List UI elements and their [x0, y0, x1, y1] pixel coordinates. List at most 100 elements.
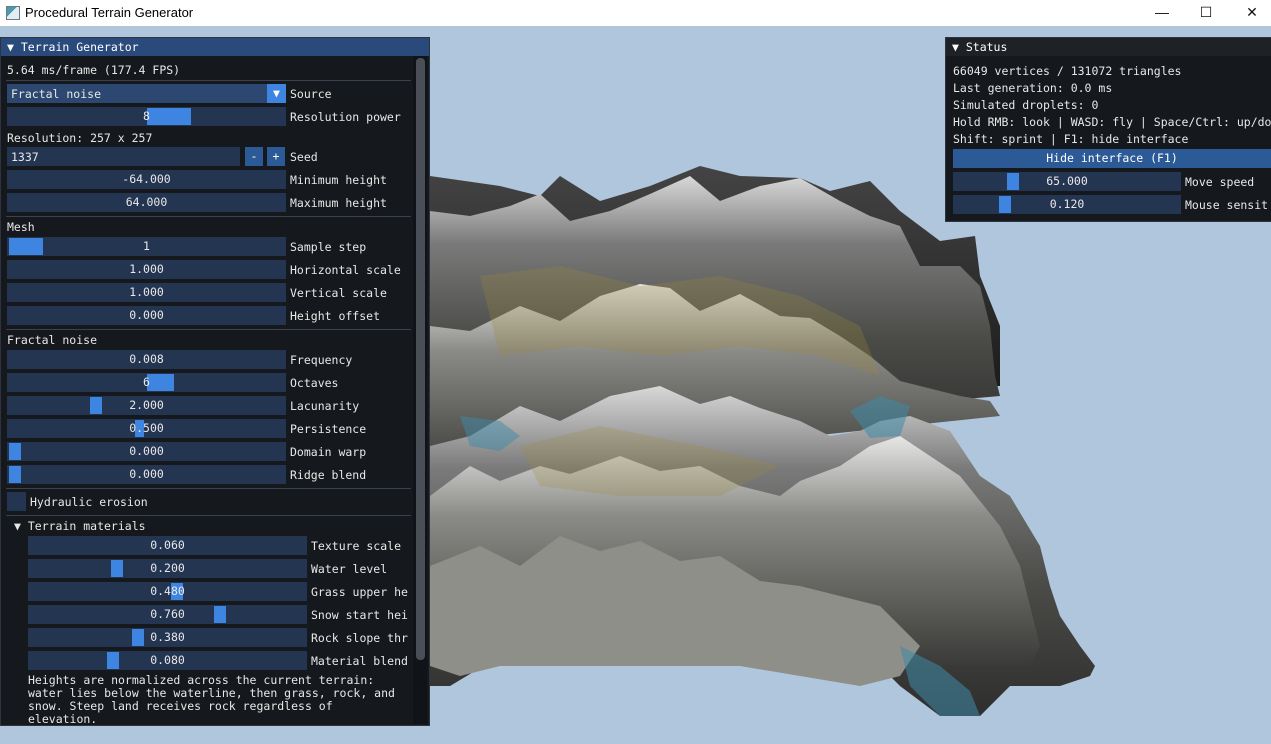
resolution-power-label: Resolution power: [290, 110, 401, 124]
domain-warp-slider[interactable]: 0.000: [7, 442, 286, 461]
divider: [6, 216, 411, 217]
terrain-materials-header[interactable]: ▼ Terrain materials: [14, 518, 146, 534]
vertical-scale-label: Vertical scale: [290, 286, 387, 300]
hide-interface-button[interactable]: Hide interface (F1): [953, 149, 1271, 168]
snow-start-label: Snow start hei: [311, 608, 408, 622]
status-header[interactable]: ▼ Status: [946, 38, 1271, 56]
source-combo[interactable]: Fractal noise ▼: [7, 84, 286, 103]
hydraulic-erosion-label: Hydraulic erosion: [30, 495, 148, 509]
maximize-button[interactable]: ☐: [1183, 3, 1229, 23]
domain-warp-label: Domain warp: [290, 445, 367, 459]
mesh-section-title: Mesh: [7, 220, 35, 234]
maximum-height-label: Maximum height: [290, 196, 387, 210]
texture-scale-label: Texture scale: [311, 539, 402, 553]
terrain-generator-header[interactable]: ▼ Terrain Generator: [1, 38, 429, 56]
grass-upper-slider[interactable]: 0.480: [28, 582, 307, 601]
move-speed-value: 65.000: [1046, 174, 1088, 188]
chevron-down-icon[interactable]: ▼: [267, 84, 286, 103]
persistence-value: 0.500: [129, 421, 164, 435]
material-blend-value: 0.080: [150, 653, 185, 667]
resolution-power-value: 8: [143, 109, 150, 123]
ridge-blend-value: 0.000: [129, 467, 164, 481]
minimum-height-label: Minimum height: [290, 173, 387, 187]
sample-step-value: 1: [143, 239, 150, 253]
minimum-height-field[interactable]: -64.000: [7, 170, 286, 189]
seed-increment-button[interactable]: +: [267, 147, 285, 166]
texture-scale-field[interactable]: 0.060: [28, 536, 307, 555]
lacunarity-value: 2.000: [129, 398, 164, 412]
octaves-label: Octaves: [290, 376, 339, 390]
frequency-label: Frequency: [290, 353, 353, 367]
height-offset-field[interactable]: 0.000: [7, 306, 286, 325]
height-offset-label: Height offset: [290, 309, 381, 323]
grass-upper-value: 0.480: [150, 584, 185, 598]
persistence-slider[interactable]: 0.500: [7, 419, 286, 438]
material-blend-slider[interactable]: 0.080: [28, 651, 307, 670]
divider: [6, 80, 411, 81]
lacunarity-slider[interactable]: 2.000: [7, 396, 286, 415]
rock-slope-label: Rock slope thr: [311, 631, 408, 645]
fps-readout: 5.64 ms/frame (177.4 FPS): [7, 63, 181, 77]
divider: [6, 329, 411, 330]
terrain-mesh: [430, 166, 1095, 716]
move-speed-slider[interactable]: 65.000: [953, 172, 1181, 191]
height-offset-value: 0.000: [129, 308, 164, 322]
vertical-scale-value: 1.000: [129, 285, 164, 299]
minimum-height-value: -64.000: [122, 172, 171, 186]
horizontal-scale-field[interactable]: 1.000: [7, 260, 286, 279]
snow-start-slider[interactable]: 0.760: [28, 605, 307, 624]
seed-label: Seed: [290, 150, 318, 164]
seed-decrement-button[interactable]: -: [245, 147, 263, 166]
domain-warp-value: 0.000: [129, 444, 164, 458]
divider: [6, 488, 411, 489]
source-label: Source: [290, 87, 332, 101]
materials-note-line: elevation.: [28, 712, 98, 726]
rock-slope-slider[interactable]: 0.380: [28, 628, 307, 647]
octaves-value: 6: [143, 375, 150, 389]
mouse-sensitivity-label: Mouse sensit: [1185, 198, 1269, 212]
source-combo-value: Fractal noise: [11, 87, 102, 101]
window-title: Procedural Terrain Generator: [25, 5, 194, 20]
panel-scrollbar-thumb[interactable]: [416, 58, 425, 660]
status-line: 66049 vertices / 131072 triangles: [953, 64, 1182, 78]
rock-slope-value: 0.380: [150, 630, 185, 644]
divider: [6, 515, 411, 516]
snow-start-value: 0.760: [150, 607, 185, 621]
water-level-value: 0.200: [150, 561, 185, 575]
persistence-label: Persistence: [290, 422, 367, 436]
app-icon: [6, 6, 20, 20]
resolution-power-slider[interactable]: 8: [7, 107, 286, 126]
minimize-button[interactable]: —: [1139, 3, 1185, 23]
sample-step-slider[interactable]: 1: [7, 237, 286, 256]
frequency-value: 0.008: [129, 352, 164, 366]
material-blend-label: Material blend: [311, 654, 408, 668]
status-line: Simulated droplets: 0: [953, 98, 1099, 112]
horizontal-scale-label: Horizontal scale: [290, 263, 401, 277]
grass-upper-label: Grass upper he: [311, 585, 408, 599]
hydraulic-erosion-checkbox[interactable]: [7, 492, 26, 511]
resolution-text: Resolution: 257 x 257: [7, 131, 153, 145]
vertical-scale-field[interactable]: 1.000: [7, 283, 286, 302]
window-titlebar: Procedural Terrain Generator — ☐ ✕: [0, 0, 1271, 26]
seed-input[interactable]: 1337: [7, 147, 240, 166]
ridge-blend-label: Ridge blend: [290, 468, 367, 482]
sample-step-label: Sample step: [290, 240, 367, 254]
seed-value: 1337: [11, 150, 39, 164]
mouse-sensitivity-value: 0.120: [1049, 197, 1085, 211]
texture-scale-value: 0.060: [150, 538, 185, 552]
status-line: Last generation: 0.0 ms: [953, 81, 1113, 95]
horizontal-scale-value: 1.000: [129, 262, 164, 276]
maximum-height-field[interactable]: 64.000: [7, 193, 286, 212]
lacunarity-label: Lacunarity: [290, 399, 360, 413]
mouse-sensitivity-slider[interactable]: 0.120: [953, 195, 1181, 214]
status-line: Hold RMB: look | WASD: fly | Space/Ctrl:…: [953, 115, 1271, 129]
octaves-slider[interactable]: 6: [7, 373, 286, 392]
frequency-field[interactable]: 0.008: [7, 350, 286, 369]
maximum-height-value: 64.000: [125, 195, 168, 209]
water-level-label: Water level: [311, 562, 388, 576]
water-level-slider[interactable]: 0.200: [28, 559, 307, 578]
close-button[interactable]: ✕: [1229, 3, 1271, 23]
fractal-section-title: Fractal noise: [7, 333, 98, 347]
status-line: Shift: sprint | F1: hide interface: [953, 132, 1189, 146]
ridge-blend-slider[interactable]: 0.000: [7, 465, 286, 484]
